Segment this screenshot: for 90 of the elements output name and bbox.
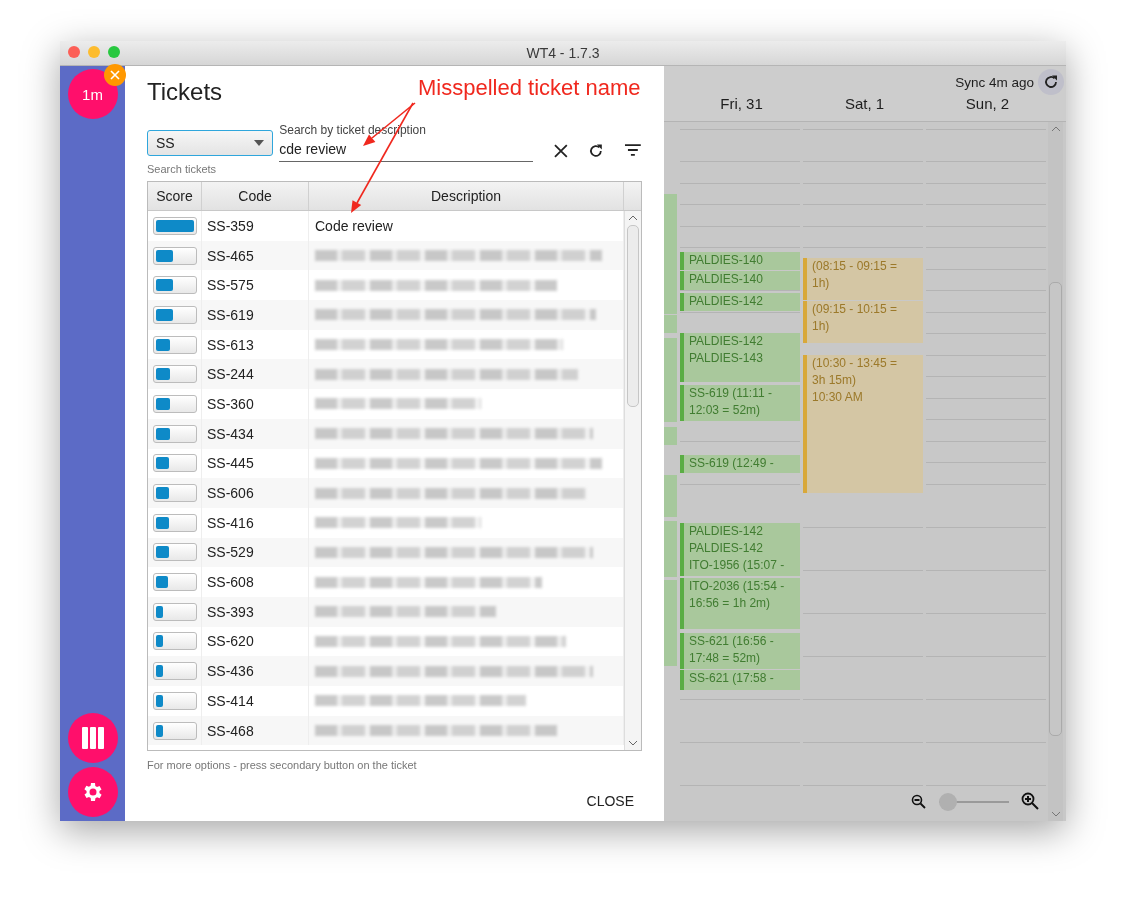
ticket-code: SS-360 <box>207 395 254 412</box>
ticket-row[interactable]: SS-619 <box>148 300 624 330</box>
event-label: 10:30 AM <box>812 389 864 406</box>
settings-button[interactable] <box>67 767 118 817</box>
filter-icon[interactable] <box>624 143 642 157</box>
ticket-code: SS-416 <box>207 514 254 531</box>
event-label: PALDIES-142 <box>689 333 763 350</box>
close-icon[interactable] <box>103 64 126 86</box>
column-header[interactable]: Score <box>148 182 202 210</box>
minimize-window-button[interactable] <box>88 46 100 58</box>
event-label: SS-621 (16:56 - 17:48 = 52m) <box>689 633 775 667</box>
clear-icon[interactable] <box>552 143 569 159</box>
zoom-in-icon[interactable] <box>1021 792 1040 811</box>
ticket-code: SS-619 <box>207 306 254 323</box>
event-label: SS-621 (17:58 - <box>689 670 774 687</box>
ticket-code: SS-575 <box>207 277 254 294</box>
zoom-slider[interactable] <box>939 792 1009 811</box>
ticket-code: SS-414 <box>207 692 254 709</box>
zoom-window-button[interactable] <box>108 46 120 58</box>
ticket-code: SS-434 <box>207 425 254 442</box>
day-header: Fri, 31 <box>720 95 763 112</box>
event-block[interactable] <box>664 427 677 445</box>
event-block[interactable] <box>664 338 677 422</box>
event-label: PALDIES-142 <box>689 540 764 557</box>
ticket-code: SS-393 <box>207 603 254 620</box>
columns-button[interactable] <box>67 713 118 763</box>
event-label: PALDIES-142 <box>689 523 764 540</box>
event-label: (08:15 - 09:15 = 1h) <box>812 258 899 292</box>
ticket-code: SS-436 <box>207 663 254 680</box>
helper-text: Search tickets <box>147 163 218 175</box>
event-label: (09:15 - 10:15 = 1h) <box>812 301 899 335</box>
dialog-title: Tickets <box>147 78 223 107</box>
ticket-code: SS-445 <box>207 455 254 472</box>
ticket-code: SS-468 <box>207 722 254 739</box>
ticket-row[interactable]: SS-244 <box>148 359 624 390</box>
day-header: Sat, 1 <box>844 95 885 112</box>
ticket-description: Code review <box>315 217 393 234</box>
event-label: PALDIES-140 <box>689 271 763 288</box>
scroll-down-icon[interactable] <box>1050 811 1061 817</box>
ticket-code: SS-620 <box>207 633 254 650</box>
columns-icon <box>79 725 106 751</box>
window-title: WT4 - 1.7.3 <box>526 45 600 61</box>
ticket-code: SS-465 <box>207 247 254 264</box>
column-header[interactable]: Code <box>202 182 309 210</box>
event-label: SS-619 (12:49 - <box>689 455 774 472</box>
caret-icon <box>254 140 265 146</box>
ticket-row[interactable]: SS-529 <box>148 537 624 568</box>
hint-text: For more options - press secondary button on the ticket <box>147 759 418 771</box>
project-select[interactable]: SS <box>147 130 274 156</box>
zoom-out-icon[interactable] <box>911 793 927 810</box>
event-label: SS-619 (11:11 - 12:03 = 52m) <box>689 385 773 419</box>
scroll-thumb[interactable] <box>1049 282 1062 736</box>
event-block[interactable] <box>664 521 677 577</box>
ticket-row[interactable]: SS-606 <box>148 478 624 508</box>
ticket-code: SS-244 <box>207 366 254 383</box>
event-label: ITO-2036 (15:54 - 16:56 = 1h 2m) <box>689 578 786 612</box>
event-block[interactable] <box>664 315 677 333</box>
scroll-down-icon[interactable] <box>628 740 638 746</box>
day-header: Sun, 2 <box>965 95 1010 112</box>
event-label: ITO-1956 (15:07 - <box>689 557 785 574</box>
event-label: PALDIES-140 <box>689 252 763 269</box>
scroll-up-icon[interactable] <box>628 215 638 221</box>
ticket-row[interactable]: SS-434 <box>148 418 624 449</box>
ticket-code: SS-606 <box>207 485 254 502</box>
refresh-icon <box>1043 74 1059 90</box>
close-button[interactable]: CLOSE <box>578 787 642 815</box>
sync-status: Sync 4m ago <box>955 74 1034 90</box>
close-window-button[interactable] <box>68 46 80 58</box>
event-label: PALDIES-142 <box>689 293 763 310</box>
event-block[interactable] <box>664 580 677 666</box>
ticket-row[interactable]: SS-393 <box>148 596 624 627</box>
scroll-thumb[interactable] <box>627 225 639 407</box>
ticket-code: SS-608 <box>207 574 254 591</box>
ticket-row[interactable]: SS-465 <box>148 240 624 271</box>
annotation-label: Misspelled ticket name <box>418 75 641 101</box>
sync-button[interactable] <box>1038 69 1064 95</box>
ticket-row[interactable]: SS-436 <box>148 656 624 686</box>
scrollbar[interactable] <box>1048 122 1063 821</box>
scroll-up-icon[interactable] <box>1050 126 1061 132</box>
ticket-code: SS-359 <box>207 217 254 234</box>
event-label: PALDIES-143 <box>689 350 763 367</box>
timer-avatar[interactable]: 1m <box>67 69 118 119</box>
ticket-code: SS-613 <box>207 336 254 353</box>
ticket-code: SS-529 <box>207 544 254 561</box>
event-label: (10:30 - 13:45 = 3h 15m) <box>812 355 899 389</box>
refresh-icon[interactable] <box>588 143 605 159</box>
scrollbar[interactable] <box>624 211 641 750</box>
event-block[interactable] <box>664 194 677 314</box>
ticket-row[interactable]: SS-468 <box>148 715 624 746</box>
event-block[interactable] <box>664 475 677 517</box>
